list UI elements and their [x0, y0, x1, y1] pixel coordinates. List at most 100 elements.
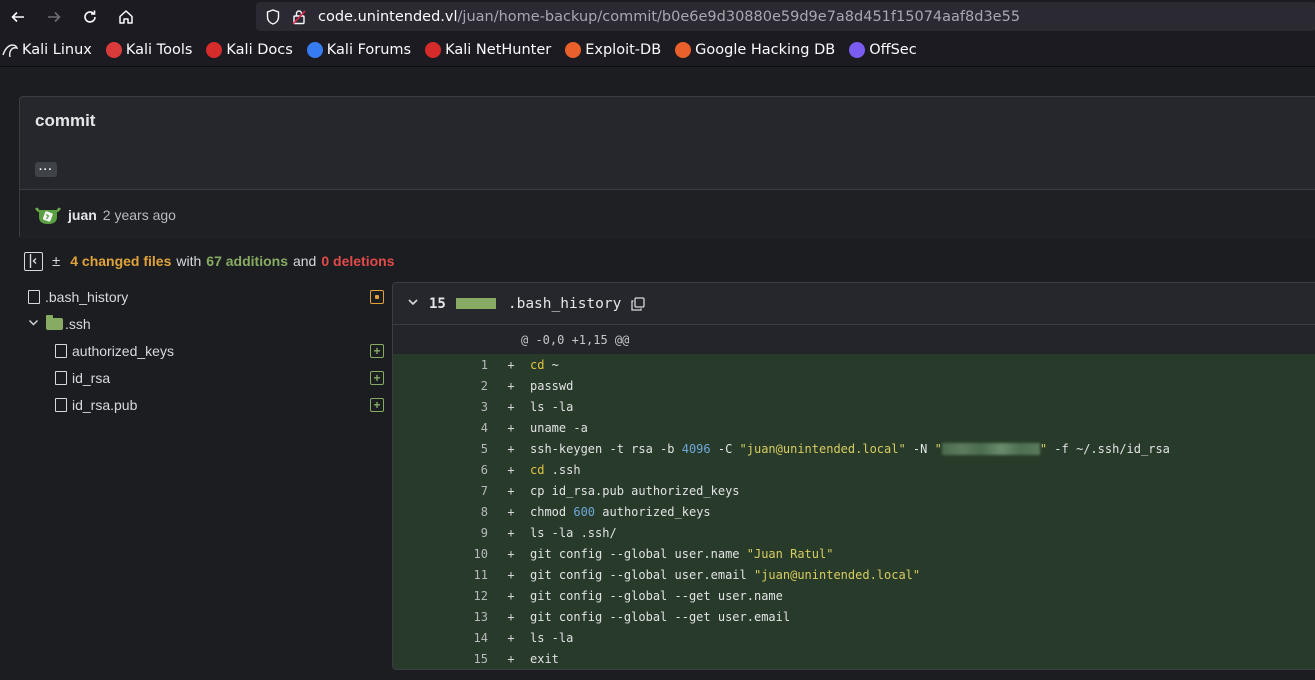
expand-message-button[interactable]: ··· [35, 162, 57, 177]
diff-line: 1 + cd ~ [393, 354, 1315, 375]
add-sign: + [507, 525, 515, 540]
reload-icon [84, 10, 96, 23]
diff-line: 5 + ssh-keygen -t rsa -b 4096 -C "juan@uni… [393, 438, 1315, 459]
back-arrow-icon [11, 11, 24, 22]
line-code: ls -la [530, 400, 573, 414]
line-code: passwd [530, 379, 573, 393]
file-icon [55, 397, 67, 412]
diff-line: 15 + exit [393, 648, 1315, 669]
tree-file-id-rsa-pub[interactable]: id_rsa.pub + [24, 391, 384, 418]
line-number[interactable]: 7 [393, 484, 488, 498]
bookmark-label: Google Hacking DB [695, 41, 836, 58]
line-code: ssh-keygen -t rsa -b 4096 -C "juan@unint… [530, 442, 1170, 456]
changed-files-link[interactable]: 4 changed files [70, 253, 171, 269]
back-button[interactable] [0, 0, 36, 33]
kali-tools-icon [105, 41, 122, 58]
kali-forums-icon [306, 41, 323, 58]
diff-line-count: 15 [429, 295, 446, 312]
diff-line: 13 + git config --global --get user.email [393, 606, 1315, 627]
add-sign: + [507, 399, 515, 414]
tree-file-id-rsa[interactable]: id_rsa + [24, 364, 384, 391]
file-icon [55, 370, 67, 385]
line-number[interactable]: 5 [393, 442, 488, 456]
code-token: " [934, 441, 942, 456]
add-sign: + [507, 378, 515, 393]
diff-line: 8 + chmod 600 authorized_keys [393, 501, 1315, 522]
url-bar[interactable]: code.unintended.vl/juan/home-backup/comm… [256, 2, 1315, 31]
tree-file-bash-history[interactable]: .bash_history [24, 283, 384, 310]
add-sign: + [507, 441, 515, 456]
avatar[interactable] [34, 205, 62, 225]
bookmark-kali-forums[interactable]: Kali Forums [306, 41, 411, 58]
forward-button[interactable] [36, 0, 72, 33]
folder-icon [46, 314, 63, 330]
diff-line: 6 + cd .ssh [393, 459, 1315, 480]
line-number[interactable]: 12 [393, 589, 488, 603]
copy-path-icon[interactable] [631, 296, 646, 311]
bookmark-kali-linux[interactable]: Kali Linux [2, 42, 92, 58]
diff-line: 9 + ls -la .ssh/ [393, 522, 1315, 543]
chevron-down-icon[interactable] [407, 296, 421, 311]
reload-button[interactable] [72, 0, 108, 33]
line-number[interactable]: 6 [393, 463, 488, 477]
bookmark-exploit-db[interactable]: Exploit-DB [565, 41, 662, 58]
line-code: chmod 600 authorized_keys [530, 505, 711, 519]
tree-file-authorized-keys[interactable]: authorized_keys + [24, 337, 384, 364]
code-token: 4096 [681, 441, 711, 456]
tracking-shield-icon[interactable] [264, 8, 282, 25]
add-sign: + [507, 420, 515, 435]
bookmark-label: Exploit-DB [585, 41, 662, 58]
line-code: git config --global --get user.name [530, 589, 783, 603]
bookmark-kali-docs[interactable]: Kali Docs [206, 41, 293, 58]
code-token: git config --global --get user.name [530, 588, 783, 603]
add-sign: + [507, 609, 515, 624]
bookmark-kali-nethunter[interactable]: Kali NetHunter [425, 41, 551, 58]
code-token: authorized_keys [595, 504, 711, 519]
insecure-lock-icon[interactable] [290, 9, 308, 25]
redacted-password [941, 443, 1040, 455]
code-token: git config --global --get user.email [530, 609, 791, 624]
line-number[interactable]: 8 [393, 505, 488, 519]
code-token: cd [530, 357, 545, 372]
line-number[interactable]: 4 [393, 421, 488, 435]
line-code: git config --global user.email "juan@uni… [530, 568, 920, 582]
bookmarks-toolbar: Kali Linux Kali Tools Kali Docs Kali Forums… [0, 33, 1315, 67]
line-number[interactable]: 13 [393, 610, 488, 624]
commit-time: 2 years ago [102, 206, 176, 223]
code-token: ssh-keygen -t rsa -b [530, 441, 682, 456]
bookmark-kali-tools[interactable]: Kali Tools [105, 41, 192, 58]
line-number[interactable]: 1 [393, 358, 488, 372]
toggle-file-tree-icon[interactable] [24, 251, 43, 271]
line-code: cd ~ [530, 358, 559, 372]
line-number[interactable]: 14 [393, 631, 488, 645]
code-token: cd [530, 462, 545, 477]
add-sign: + [507, 483, 515, 498]
home-button[interactable] [108, 0, 144, 33]
line-number[interactable]: 11 [393, 568, 488, 582]
commit-author-link[interactable]: juan [68, 207, 97, 223]
offsec-icon [849, 41, 866, 58]
line-number[interactable]: 2 [393, 379, 488, 393]
code-token: .ssh [544, 462, 581, 477]
code-token: ~ [544, 357, 559, 372]
code-token: -f ~/.ssh/id_rsa [1047, 441, 1170, 456]
bookmark-offsec[interactable]: OffSec [849, 41, 917, 58]
file-tree: .bash_history .ssh authorized_keys + id_… [24, 283, 384, 418]
line-number[interactable]: 10 [393, 547, 488, 561]
tree-folder-ssh[interactable]: .ssh [24, 310, 384, 337]
line-number[interactable]: 9 [393, 526, 488, 540]
diff-file-name[interactable]: .bash_history [508, 296, 622, 312]
commit-title: commit [35, 111, 96, 130]
stats-and-text: and [292, 253, 317, 269]
browser-toolbar: code.unintended.vl/juan/home-backup/comm… [0, 0, 1315, 33]
chevron-down-icon[interactable] [28, 317, 42, 331]
tree-item-label: .bash_history [45, 288, 129, 305]
bookmark-google-hacking-db[interactable]: Google Hacking DB [675, 41, 836, 58]
add-sign: + [507, 357, 515, 372]
line-number[interactable]: 15 [393, 652, 488, 666]
line-code: git config --global --get user.email [530, 610, 790, 624]
code-token: " [1039, 441, 1048, 456]
diff-line: 4 + uname -a [393, 417, 1315, 438]
diff-line: 3 + ls -la [393, 396, 1315, 417]
line-number[interactable]: 3 [393, 400, 488, 414]
